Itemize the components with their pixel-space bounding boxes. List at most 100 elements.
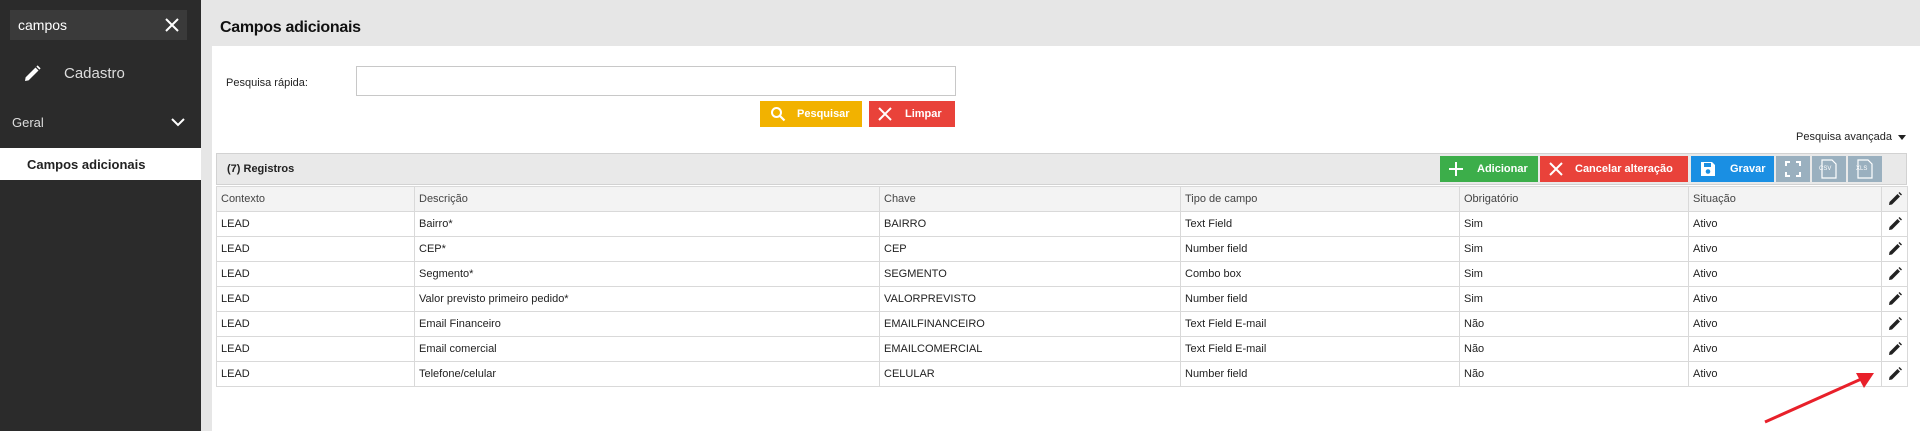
cell-descricao: Telefone/celular [414, 361, 880, 387]
save-button-label: Gravar [1730, 163, 1766, 175]
pencil-icon [1888, 217, 1902, 230]
cancel-changes-button[interactable]: Cancelar alteração [1540, 156, 1688, 182]
menu-search-input[interactable] [10, 10, 160, 40]
cell-chave: SEGMENTO [879, 261, 1181, 287]
edit-row-button[interactable] [1881, 236, 1908, 262]
cell-chave: EMAILCOMERCIAL [879, 336, 1181, 362]
edit-row-button[interactable] [1881, 361, 1908, 387]
cell-obrigatorio: Sim [1459, 261, 1689, 287]
record-count: (7) Registros [227, 163, 295, 175]
table-header-row: Contexto Descrição Chave Tipo de campo O… [216, 186, 1908, 212]
close-icon[interactable] [163, 16, 181, 34]
cell-obrigatorio: Sim [1459, 236, 1689, 262]
column-header-descricao[interactable]: Descrição [414, 186, 880, 212]
close-icon [878, 107, 892, 121]
menu-item-label: Campos adicionais [27, 157, 146, 172]
save-button[interactable]: Gravar [1691, 156, 1774, 182]
add-button[interactable]: Adicionar [1440, 156, 1538, 182]
annotation-arrow-icon [1764, 373, 1874, 424]
column-header-chave[interactable]: Chave [879, 186, 1181, 212]
menu-group-geral[interactable]: Geral [0, 108, 201, 138]
table-row[interactable]: LEAD CEP* CEP Number field Sim Ativo [216, 236, 1908, 262]
cell-obrigatorio: Não [1459, 311, 1689, 337]
fullscreen-button[interactable] [1776, 156, 1810, 182]
search-icon [771, 107, 786, 122]
cell-tipo: Text Field [1180, 211, 1460, 237]
table-row[interactable]: LEAD Segmento* SEGMENTO Combo box Sim At… [216, 261, 1908, 287]
table-row[interactable]: LEAD Bairro* BAIRRO Text Field Sim Ativo [216, 211, 1908, 237]
quick-search-input[interactable] [356, 66, 956, 96]
pencil-icon [1888, 342, 1902, 355]
pencil-icon [1888, 292, 1902, 305]
cell-descricao: Valor previsto primeiro pedido* [414, 286, 880, 312]
quick-search-label: Pesquisa rápida: [226, 77, 308, 89]
page-title: Campos adicionais [220, 19, 361, 36]
cell-tipo: Number field [1180, 361, 1460, 387]
menu-item-cadastro-label: Cadastro [64, 65, 125, 82]
search-button[interactable]: Pesquisar [760, 101, 862, 127]
edit-all-header[interactable] [1881, 186, 1908, 212]
close-icon [1549, 162, 1563, 176]
cell-chave: VALORPREVISTO [879, 286, 1181, 312]
cell-situacao: Ativo [1688, 211, 1882, 237]
csv-label: CSV [1819, 166, 1832, 172]
advanced-search-toggle[interactable]: Pesquisa avançada [1796, 131, 1906, 143]
sidebar: Cadastro Geral Campos adicionais [0, 0, 201, 431]
cell-tipo: Combo box [1180, 261, 1460, 287]
export-csv-button[interactable]: CSV [1812, 156, 1846, 182]
column-header-tipo-de-campo[interactable]: Tipo de campo [1180, 186, 1460, 212]
table-row[interactable]: LEAD Valor previsto primeiro pedido* VAL… [216, 286, 1908, 312]
table-row[interactable]: LEAD Email Financeiro EMAILFINANCEIRO Te… [216, 311, 1908, 337]
menu-search [10, 10, 187, 40]
edit-row-button[interactable] [1881, 286, 1908, 312]
fullscreen-icon [1785, 161, 1801, 177]
cell-contexto: LEAD [216, 336, 415, 362]
column-header-obrigatorio[interactable]: Obrigatório [1459, 186, 1689, 212]
cell-contexto: LEAD [216, 311, 415, 337]
clear-button-label: Limpar [905, 108, 942, 120]
table-row[interactable]: LEAD Email comercial EMAILCOMERCIAL Text… [216, 336, 1908, 362]
pencil-icon [1888, 192, 1902, 205]
cell-tipo: Text Field E-mail [1180, 336, 1460, 362]
edit-row-button[interactable] [1881, 336, 1908, 362]
cell-descricao: Email comercial [414, 336, 880, 362]
edit-row-button[interactable] [1881, 211, 1908, 237]
app-window: Cadastro Geral Campos adicionais Campos … [0, 0, 1920, 431]
cell-chave: CELULAR [879, 361, 1181, 387]
add-button-label: Adicionar [1477, 163, 1528, 175]
edit-row-button[interactable] [1881, 311, 1908, 337]
column-header-contexto[interactable]: Contexto [216, 186, 415, 212]
cell-contexto: LEAD [216, 261, 415, 287]
pencil-icon [1888, 267, 1902, 280]
cell-descricao: Bairro* [414, 211, 880, 237]
cancel-changes-label: Cancelar alteração [1575, 163, 1673, 175]
clear-button[interactable]: Limpar [869, 101, 955, 127]
cell-descricao: Email Financeiro [414, 311, 880, 337]
cell-tipo: Number field [1180, 236, 1460, 262]
advanced-search-label: Pesquisa avançada [1795, 131, 1892, 143]
menu-item-campos-adicionais[interactable]: Campos adicionais [0, 148, 201, 180]
cell-obrigatorio: Não [1459, 361, 1689, 387]
cell-contexto: LEAD [216, 361, 415, 387]
cell-obrigatorio: Não [1459, 336, 1689, 362]
search-button-label: Pesquisar [797, 108, 850, 120]
cell-obrigatorio: Sim [1459, 286, 1689, 312]
xls-label: XLS [1856, 166, 1868, 172]
menu-item-cadastro[interactable]: Cadastro [0, 56, 201, 90]
cell-situacao: Ativo [1688, 336, 1882, 362]
cell-situacao: Ativo [1688, 311, 1882, 337]
cell-chave: BAIRRO [879, 211, 1181, 237]
cell-chave: EMAILFINANCEIRO [879, 311, 1181, 337]
cell-contexto: LEAD [216, 211, 415, 237]
table-row[interactable]: LEAD Telefone/celular CELULAR Number fie… [216, 361, 1908, 387]
menu-group-label: Geral [12, 115, 44, 130]
cell-contexto: LEAD [216, 286, 415, 312]
edit-row-button[interactable] [1881, 261, 1908, 287]
cell-descricao: CEP* [414, 236, 880, 262]
save-icon [1701, 162, 1715, 176]
cell-situacao: Ativo [1688, 261, 1882, 287]
cell-tipo: Text Field E-mail [1180, 311, 1460, 337]
pencil-icon [1888, 242, 1902, 255]
export-xls-button[interactable]: XLS [1848, 156, 1882, 182]
column-header-situacao[interactable]: Situação [1688, 186, 1882, 212]
